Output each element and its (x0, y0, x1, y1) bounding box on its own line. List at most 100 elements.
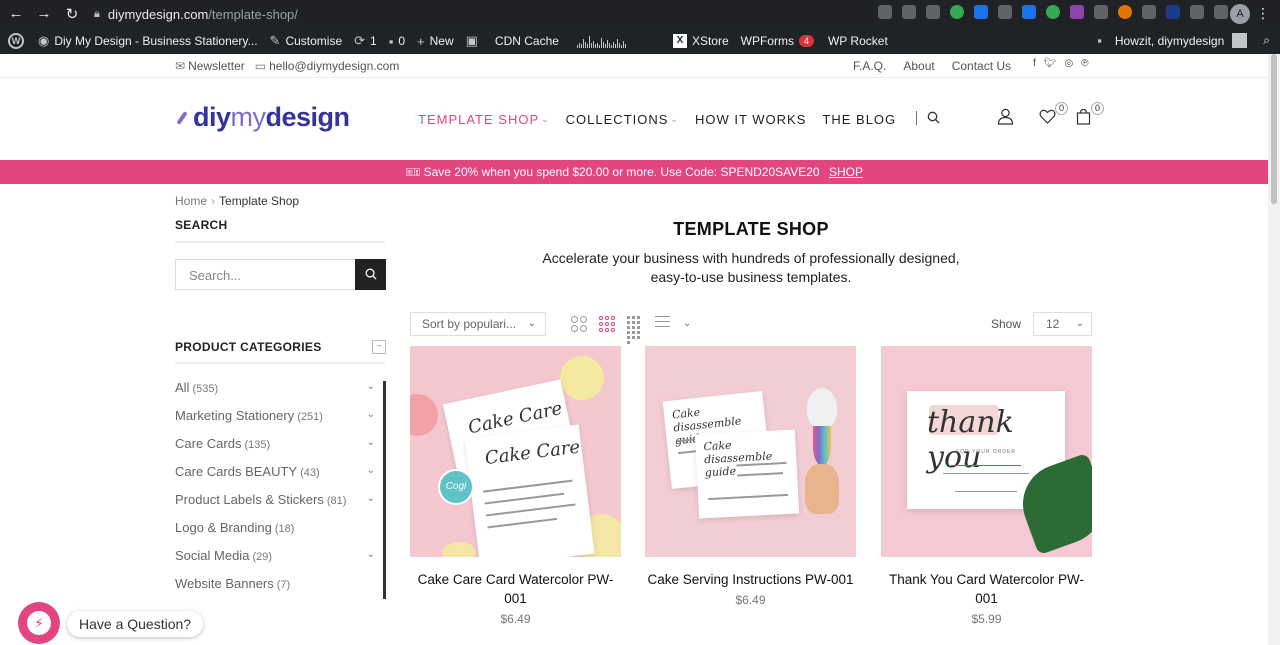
instagram-icon[interactable]: ◎ (1064, 58, 1073, 69)
search-input[interactable]: Search... (175, 259, 386, 290)
extension-icon[interactable] (950, 5, 964, 19)
comments-link[interactable]: ▪ 0 (389, 34, 405, 49)
bookmark-star-icon[interactable] (902, 5, 916, 19)
admin-site-name[interactable]: ◉ Diy My Design - Business Stationery... (38, 33, 258, 49)
comments-count: 0 (398, 34, 406, 48)
chevron-down-icon[interactable]: ⌄ (367, 381, 375, 392)
reload-icon[interactable]: ↻ (64, 5, 80, 23)
browser-menu-icon[interactable]: ⋮ (1256, 5, 1270, 22)
site-logo[interactable]: diy my design (175, 102, 350, 133)
admin-greeting[interactable]: Howzit, diymydesign (1115, 34, 1224, 48)
product-image[interactable]: Cake disassemble guide Cake disassemble … (645, 346, 856, 557)
grid-3-icon[interactable] (599, 316, 615, 332)
category-item-product-labels[interactable]: Product Labels & Stickers (81) ⌄ (175, 492, 385, 520)
extension-icon[interactable] (1070, 5, 1084, 19)
list-view-icon[interactable] (655, 316, 671, 332)
about-link[interactable]: About (903, 59, 934, 73)
category-item-care-cards-beauty[interactable]: Care Cards BEAUTY (43) ⌄ (175, 464, 385, 492)
breadcrumb-home[interactable]: Home (175, 194, 207, 208)
back-icon[interactable]: ← (8, 5, 24, 23)
search-icon[interactable] (927, 111, 940, 127)
extension-icon[interactable] (974, 5, 988, 19)
new-content-link[interactable]: + New (417, 34, 454, 49)
facebook-icon[interactable]: f (1033, 58, 1036, 69)
extension-icon[interactable] (926, 5, 940, 19)
email-link[interactable]: ▭ hello@diymydesign.com (255, 59, 400, 73)
extension-icon[interactable] (1142, 5, 1156, 19)
address-bar[interactable]: 🔒︎ diymydesign.com/template-shop/ (94, 7, 298, 22)
account-icon[interactable] (997, 108, 1015, 126)
product-title[interactable]: Thank You Card Watercolor PW-001 (881, 570, 1092, 608)
shop-toolbar: Sort by populari... ⌄ ⌄ Show 12 ⌄ (410, 312, 1092, 344)
extension-icon[interactable] (1118, 5, 1132, 19)
category-item-all[interactable]: All (535) ⌄ (175, 380, 385, 408)
nav-template-shop[interactable]: TEMPLATE SHOP ⌄ (418, 111, 550, 127)
updates-link[interactable]: ⟳ 1 (354, 33, 377, 49)
pinterest-icon[interactable]: ℗ (1081, 58, 1088, 69)
grid-4-icon[interactable] (627, 316, 643, 344)
chevron-down-icon[interactable]: ⌄ (367, 437, 375, 448)
product-title[interactable]: Cake Serving Instructions PW-001 (645, 570, 856, 589)
cart-icon[interactable]: 0 (1075, 102, 1104, 126)
cdn-cache-link[interactable]: CDN Cache (495, 34, 559, 48)
messenger-chat-button[interactable]: ⚡ (18, 602, 60, 644)
product-title[interactable]: Cake Care Card Watercolor PW-001 (410, 570, 621, 608)
wpforms-link[interactable]: WPForms 4 (741, 34, 814, 48)
promo-shop-link[interactable]: SHOP (829, 165, 863, 179)
category-item-care-cards[interactable]: Care Cards (135) ⌄ (175, 436, 385, 464)
category-item-marketing-stationery[interactable]: Marketing Stationery (251) ⌄ (175, 408, 385, 436)
admin-avatar[interactable] (1232, 33, 1248, 48)
chevron-down-icon[interactable]: ⌄ (367, 493, 375, 504)
search-placeholder: Search... (189, 268, 242, 283)
chevron-down-icon[interactable]: ⌄ (367, 465, 375, 476)
category-item-social-media[interactable]: Social Media (29) ⌄ (175, 548, 385, 576)
product-image[interactable]: thank you FOR YOUR ORDER (881, 346, 1092, 557)
profile-avatar[interactable]: A (1230, 4, 1250, 24)
category-scrollbar[interactable] (383, 381, 386, 599)
forward-icon[interactable]: → (36, 5, 52, 23)
collapse-icon[interactable]: − (372, 340, 386, 354)
product-image[interactable]: Cake Care Cake Care Cogi (410, 346, 621, 557)
category-name: Care Cards BEAUTY (175, 464, 298, 479)
category-item-website-banners[interactable]: Website Banners (7) (175, 576, 385, 604)
nav-collections[interactable]: COLLECTIONS ⌄ (566, 111, 679, 127)
nav-how-it-works[interactable]: HOW IT WORKS (695, 111, 806, 127)
faq-link[interactable]: F.A.Q. (853, 59, 886, 73)
search-submit-button[interactable] (355, 259, 386, 290)
contact-link[interactable]: Contact Us (952, 59, 1011, 73)
extension-icon[interactable] (1022, 5, 1036, 19)
page-scrollbar[interactable] (1268, 54, 1280, 645)
admin-search-icon[interactable]: ⌕ (1263, 33, 1270, 48)
newsletter-link[interactable]: ✉ Newsletter (175, 59, 245, 73)
card-graphic: Cake Care (464, 424, 595, 557)
product-card[interactable]: thank you FOR YOUR ORDER Thank You Card … (881, 346, 1092, 626)
product-card[interactable]: Cake disassemble guide Cake disassemble … (645, 346, 856, 607)
share-icon[interactable] (878, 5, 892, 19)
grid-2-icon[interactable] (571, 316, 587, 332)
customise-link[interactable]: ✎ Customise (270, 33, 343, 49)
extension-icon[interactable] (1166, 5, 1180, 19)
wp-rocket-link[interactable]: WP Rocket (828, 34, 888, 48)
chevron-down-icon[interactable]: ⌄ (367, 549, 375, 560)
extension-icon[interactable] (1094, 5, 1108, 19)
extension-icon[interactable] (998, 5, 1012, 19)
extension-icon[interactable] (1046, 5, 1060, 19)
category-item-logo-branding[interactable]: Logo & Branding (18) (175, 520, 385, 548)
sort-select[interactable]: Sort by populari... ⌄ (410, 312, 546, 336)
theme-icon-link[interactable]: ▣ (466, 33, 483, 49)
scrollbar-thumb[interactable] (1271, 54, 1277, 204)
chat-label[interactable]: Have a Question? (67, 611, 204, 637)
per-page-select[interactable]: 12 ⌄ (1033, 312, 1092, 336)
chevron-down-icon[interactable]: ⌄ (367, 409, 375, 420)
wishlist-icon[interactable]: 0 (1039, 102, 1068, 126)
xstore-link[interactable]: X XStore (672, 34, 729, 48)
chevron-down-icon[interactable]: ⌄ (683, 316, 699, 332)
email-label: hello@diymydesign.com (269, 59, 400, 73)
product-card[interactable]: Cake Care Cake Care Cogi Cake Care Card … (410, 346, 621, 626)
nav-the-blog[interactable]: THE BLOG (822, 111, 896, 127)
wordpress-icon[interactable]: W (8, 33, 24, 49)
twitter-icon[interactable]: 🐦︎ (1044, 58, 1057, 69)
sidebar-icon[interactable] (1214, 5, 1228, 19)
puzzle-icon[interactable] (1190, 5, 1204, 19)
notification-icon[interactable]: ▪ (1097, 33, 1102, 48)
